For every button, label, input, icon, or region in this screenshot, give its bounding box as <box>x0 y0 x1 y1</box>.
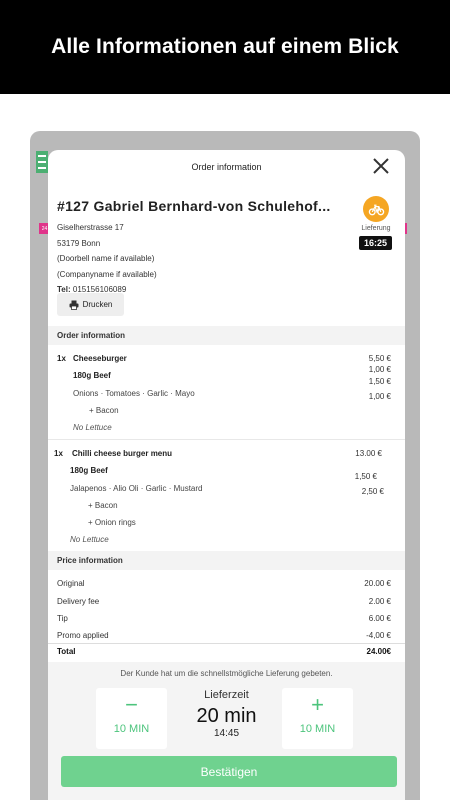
item-2-name: Chilli cheese burger menu <box>72 449 173 458</box>
item-2-note: No Lettuce <box>70 535 109 544</box>
customer-company: (Companyname if available) <box>57 269 157 279</box>
item-2-price: 13.00 € <box>355 449 382 458</box>
promo-banner: Alle Informationen auf einem Blick <box>0 0 450 94</box>
plus-icon: + <box>311 692 324 717</box>
increase-time-label: 10 MIN <box>299 723 336 735</box>
eta-clock-time: 14:45 <box>213 728 240 739</box>
customer-title: #127 Gabriel Bernhard-von Schulehof... <box>57 198 331 214</box>
item-2-sub-price: 1,50 € <box>354 472 377 481</box>
item-1-toppings-price: 1,00 € <box>368 392 391 401</box>
printer-icon <box>69 300 79 310</box>
item-2-qty: 1x <box>54 449 63 458</box>
delivery-time-footer: Der Kunde hat um die schnellstmögliche L… <box>48 662 405 800</box>
background-menu-icon <box>36 151 48 173</box>
modal-title: Order information <box>191 161 262 172</box>
order-info-modal: Order information #127 Gabriel Bernhard-… <box>48 150 405 800</box>
minus-icon: − <box>125 692 138 717</box>
order-section-heading: Order information <box>48 326 405 345</box>
delivery-badge <box>363 196 389 222</box>
item-2-extra-2: + Onion rings <box>88 518 136 527</box>
increase-time-button[interactable]: + 10 MIN <box>282 688 353 749</box>
item-1-sub-price: 1,00 € <box>368 365 391 374</box>
total-value: 24.00€ <box>366 647 391 656</box>
price-label: Delivery fee <box>57 597 100 606</box>
price-label: Tip <box>57 614 68 623</box>
total-divider <box>48 643 405 644</box>
confirm-button[interactable]: Bestätigen <box>61 756 397 787</box>
close-button[interactable] <box>371 156 391 176</box>
item-1-sub: 180g Beef <box>73 371 111 380</box>
price-row-promo: Promo applied -4,00 € <box>57 631 391 640</box>
price-value: 20.00 € <box>364 579 391 588</box>
price-row-tip: Tip 6.00 € <box>57 614 391 623</box>
eta-label: Lieferzeit <box>204 689 249 701</box>
print-button[interactable]: Drucken <box>57 293 124 316</box>
price-value: 6.00 € <box>368 614 391 623</box>
promo-headline: Alle Informationen auf einem Blick <box>51 35 399 58</box>
delivery-eta: Lieferzeit 20 min 14:45 <box>168 689 285 739</box>
customer-doorbell: (Doorbell name if available) <box>57 254 155 263</box>
delivery-time-badge: 16:25 <box>359 236 392 250</box>
close-icon <box>373 158 389 174</box>
bicycle-icon <box>368 204 384 215</box>
item-1-note: No Lettuce <box>73 423 112 432</box>
customer-request-note: Der Kunde hat um die schnellstmögliche L… <box>120 669 333 678</box>
decrease-time-button[interactable]: − 10 MIN <box>96 688 167 749</box>
customer-street: Giselherstrasse 17 <box>57 223 124 232</box>
item-1-sub-price-2: 1,50 € <box>368 377 391 386</box>
item-1-toppings: Onions · Tomatoes · Garlic · Mayo <box>73 389 195 398</box>
item-2-toppings-price: 2,50 € <box>361 487 384 496</box>
item-1-extra: + Bacon <box>89 406 119 415</box>
item-2-toppings: Jalapenos · Alio Oli · Garlic · Mustard <box>70 484 203 493</box>
modal-header: Order information <box>48 150 405 183</box>
price-row-delivery-fee: Delivery fee 2.00 € <box>57 597 391 606</box>
eta-duration: 20 min <box>196 705 257 727</box>
price-label: Original <box>57 579 85 588</box>
item-1-price: 5,50 € <box>368 354 391 363</box>
price-row-total: Total 24.00€ <box>57 647 391 656</box>
price-row-original: Original 20.00 € <box>57 579 391 588</box>
decrease-time-label: 10 MIN <box>113 723 150 735</box>
item-2-sub: 180g Beef <box>70 466 108 475</box>
item-1-name: Cheeseburger <box>73 354 127 363</box>
print-button-label: Drucken <box>82 300 113 309</box>
item-1-qty: 1x <box>57 354 66 363</box>
total-label: Total <box>57 647 76 656</box>
price-label: Promo applied <box>57 631 109 640</box>
price-value: 2.00 € <box>368 597 391 606</box>
item-divider <box>48 439 405 440</box>
price-value: -4,00 € <box>366 631 391 640</box>
price-section-heading: Price information <box>48 551 405 570</box>
item-2-extra: + Bacon <box>88 501 118 510</box>
delivery-type-label: Lieferung <box>361 225 391 232</box>
customer-city: 53179 Bonn <box>57 238 101 248</box>
